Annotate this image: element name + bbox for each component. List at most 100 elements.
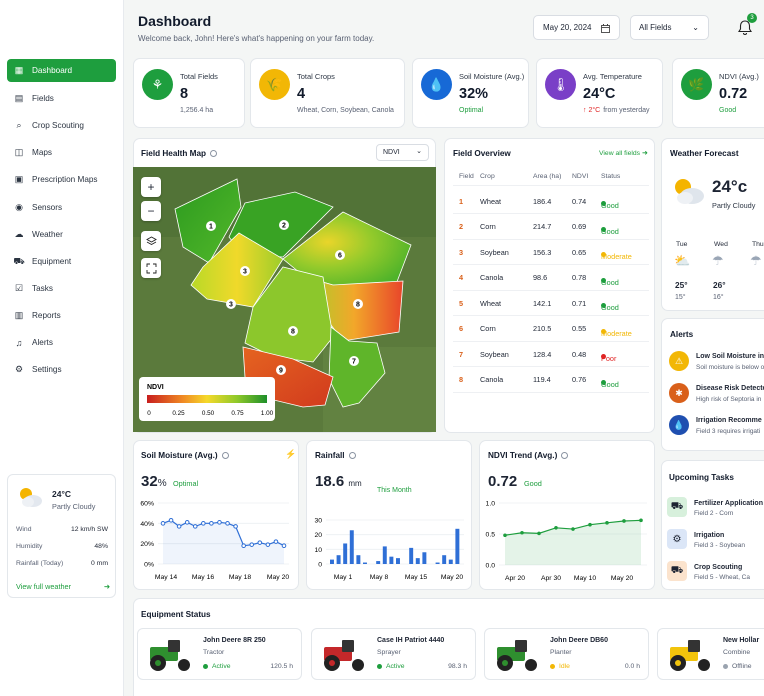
date-picker[interactable]: May 20, 2024 <box>533 15 620 40</box>
table-row[interactable]: 4 Canola 98.6 0.78 Good <box>453 266 649 291</box>
task-title[interactable]: Irrigation <box>694 532 724 539</box>
rain-bar <box>382 546 387 564</box>
equipment-status: Active <box>203 663 231 670</box>
fields-select-value: All Fields <box>639 23 672 32</box>
zoom-out-button[interactable]: − <box>141 201 161 221</box>
stat-icon: ⚘ <box>142 69 173 100</box>
partly-cloudy-icon <box>20 488 42 507</box>
zoom-in-button[interactable]: + <box>141 177 161 197</box>
table-row[interactable]: 7 Soybean 128.4 0.48 Poor <box>453 342 649 367</box>
wheel-hub <box>155 660 161 666</box>
sidebar-item-crop-scouting[interactable]: ⌕ Crop Scouting <box>7 114 116 137</box>
vehicle-cab <box>515 640 527 652</box>
expand-icon[interactable]: ⚡ <box>285 449 296 460</box>
table-column-header: NDVI <box>572 173 589 180</box>
sidebar-item-prescription-maps[interactable]: ▣ Prescription Maps <box>7 168 116 191</box>
equipment-status: Active <box>377 663 405 670</box>
sidebar-item-maps[interactable]: ◫ Maps <box>7 141 116 164</box>
rain-bar <box>396 558 400 564</box>
equipment-name: New Hollar <box>723 637 760 644</box>
alert-title[interactable]: Irrigation Recomme <box>696 417 762 424</box>
y-tick-label: 40% <box>140 521 154 528</box>
ndvi-value: 0.65 <box>572 247 587 257</box>
ndvi-legend-gradient <box>147 395 267 403</box>
sidebar-item-label: Dashboard <box>32 66 73 75</box>
view-all-fields-link[interactable]: View all fields ➜ <box>599 149 648 157</box>
forecast-day-label: Wed <box>714 241 728 248</box>
task-title[interactable]: Crop Scouting <box>694 564 742 571</box>
table-row[interactable]: 5 Wheat 142.1 0.71 Good <box>453 291 649 316</box>
sidebar-item-tasks[interactable]: ☑ Tasks <box>7 277 116 300</box>
alert-subtitle: Field 3 requires irrigati <box>696 428 761 435</box>
sprayer-image <box>318 637 370 673</box>
ndvi-select[interactable]: NDVI ⌄ <box>376 144 429 161</box>
forecast-temp: 24°c <box>712 177 748 196</box>
alert-title[interactable]: Low Soil Moisture in F <box>696 353 764 360</box>
y-tick-label: 0.5 <box>486 532 496 539</box>
rain-bar <box>455 528 460 564</box>
fields-select[interactable]: All Fields ⌄ <box>630 15 709 40</box>
stat-card-soil-moisture-avg: 💧 Soil Moisture (Avg.) 32% Optimal <box>412 58 529 128</box>
notifications-button[interactable]: 3 <box>738 13 757 36</box>
stat-card-total-crops: 🌾 Total Crops 4 Wheat, Corn, Soybean, Canol… <box>250 58 405 128</box>
equipment-card[interactable]: Case IH Patriot 4440 Sprayer Active 98.3 h <box>311 628 476 680</box>
stat-delta-note: from yesterday <box>603 107 650 114</box>
field-health-map[interactable]: 1 2 3 3 6 8 8 9 7 NDVI 0 0.25 0.50 0.75 1.00 <box>133 167 436 432</box>
field-number: 7 <box>459 349 464 359</box>
status-dot <box>723 663 728 669</box>
equipment-card[interactable]: John Deere DB60 Planter Idle 0.0 h <box>484 628 649 680</box>
table-row[interactable]: 1 Wheat 186.4 0.74 Good <box>453 189 649 214</box>
sidebar-item-dashboard[interactable]: ▦ Dashboard <box>7 59 116 82</box>
soil-point <box>209 521 214 526</box>
area-value: 128.4 <box>533 349 552 359</box>
crop-name: Corn <box>480 324 496 333</box>
sidebar-item-fields[interactable]: ▤ Fields <box>7 87 116 110</box>
sidebar-item-sensors[interactable]: ◉ Sensors <box>7 196 116 219</box>
sidebar-item-weather[interactable]: ☁ Weather <box>7 223 116 246</box>
equipment-card[interactable]: John Deere 8R 250 Tractor Active 120.5 h <box>137 628 302 680</box>
gear-icon: ⚙ <box>14 364 24 374</box>
fullscreen-button[interactable] <box>141 258 161 278</box>
layers-button[interactable] <box>141 231 161 251</box>
sidebar-item-label: Weather <box>32 230 63 239</box>
field-number: 1 <box>459 196 464 206</box>
vehicle-wheel <box>178 659 190 671</box>
sidebar-item-alerts[interactable]: ♫ Alerts <box>7 331 116 354</box>
view-full-weather-link[interactable]: View full weather ➜ <box>16 582 110 591</box>
sidebar-item-reports[interactable]: ▥ Reports <box>7 304 116 327</box>
x-tick-label: May 16 <box>192 574 215 581</box>
status-label: Good <box>601 379 619 389</box>
rain-value: 18.6 <box>315 473 345 490</box>
x-tick-label: May 8 <box>370 574 389 581</box>
stat-label: Avg. Temperature <box>583 72 642 81</box>
field-label: 7 <box>352 359 356 366</box>
rain-bar <box>389 556 394 564</box>
crop-name: Corn <box>480 222 496 231</box>
alert-title[interactable]: Disease Risk Detecte <box>696 385 764 392</box>
table-row[interactable]: 2 Corn 214.7 0.69 Good <box>453 215 649 240</box>
ndvi-value: 0.76 <box>572 375 587 384</box>
sidebar-weather-key: Humidity <box>16 543 43 550</box>
table-row[interactable]: 6 Corn 210.5 0.55 Moderate <box>453 317 649 342</box>
table-row[interactable]: 8 Canola 119.4 0.76 Good <box>453 368 649 393</box>
irrigation-icon: ⚙ <box>667 529 687 549</box>
sidebar-item-settings[interactable]: ⚙ Settings <box>7 358 116 381</box>
stat-sub: Good <box>719 107 737 114</box>
equipment-type: Combine <box>723 649 751 656</box>
equipment-card[interactable]: New Hollar Combine Offline <box>657 628 764 680</box>
weather-icon: ☁ <box>14 229 24 239</box>
sidebar-item-equipment[interactable]: ⛟ Equipment <box>7 250 116 273</box>
table-column-header: Status <box>601 173 621 180</box>
task-title[interactable]: Fertilizer Application <box>694 500 763 507</box>
sidebar: ▦ Dashboard ▤ Fields ⌕ Crop Scouting ◫ Maps ▣ Pre… <box>0 0 124 696</box>
equipment-name: Case IH Patriot 4440 <box>377 637 445 644</box>
view-all-fields-label: View all fields <box>599 150 641 157</box>
ndvi-trend-status: Good <box>524 479 542 488</box>
table-row[interactable]: 3 Soybean 156.3 0.65 Moderate <box>453 240 649 265</box>
ndvi-legend-title: NDVI <box>147 384 164 391</box>
notification-badge: 3 <box>747 13 757 23</box>
stat-label: Total Crops <box>297 72 335 81</box>
ndvi-title-text: NDVI Trend (Avg.) <box>488 451 558 460</box>
vehicle-cab <box>688 640 700 652</box>
field-label: 3 <box>229 302 233 309</box>
